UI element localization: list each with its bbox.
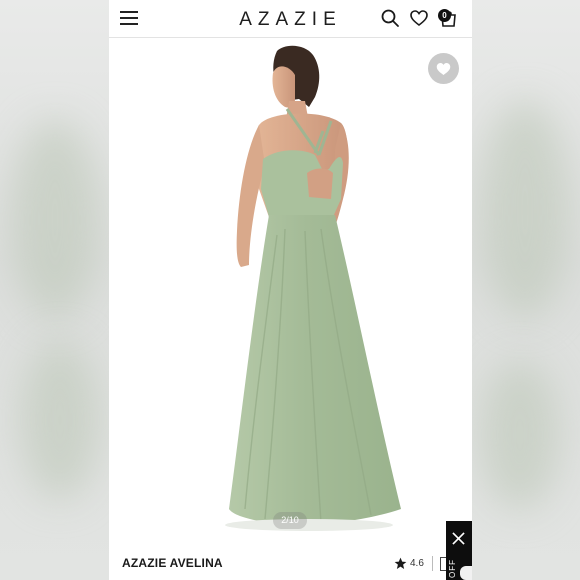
- close-icon[interactable]: [452, 532, 465, 545]
- product-subtitle-cropped: [122, 575, 372, 580]
- rating-divider: [432, 556, 433, 571]
- left-blurred-backdrop: [0, 0, 110, 580]
- top-navigation-bar: AZAZIE 0: [109, 0, 472, 38]
- backdrop-blur: [480, 100, 570, 320]
- rating-value: 4.6: [410, 558, 424, 569]
- model-left-arm: [236, 125, 265, 267]
- right-blurred-backdrop: [470, 0, 580, 580]
- product-title: AZAZIE AVELINA: [122, 556, 223, 570]
- heart-icon: [436, 63, 451, 75]
- backdrop-blur: [20, 340, 100, 500]
- dress-model-illustration: [225, 45, 401, 531]
- cart-count-badge: 0: [438, 9, 451, 22]
- heart-icon[interactable]: [409, 8, 429, 28]
- gallery-pager: 2/10: [273, 512, 307, 529]
- promo-label: OFF: [448, 559, 457, 578]
- favorite-button[interactable]: [428, 53, 459, 84]
- promo-popup[interactable]: OFF: [446, 521, 472, 580]
- product-photo[interactable]: [109, 39, 472, 544]
- star-icon: [394, 557, 407, 569]
- mobile-screen: AZAZIE 0 2/10 AZAZIE AVELINA 4.6 OFF: [109, 0, 472, 580]
- dress-back-cutout: [307, 168, 333, 199]
- chat-bubble-icon[interactable]: [460, 566, 472, 580]
- backdrop-blur: [10, 120, 100, 320]
- search-icon[interactable]: [380, 8, 400, 28]
- floor-shadow: [225, 519, 393, 531]
- dress-skirt: [229, 215, 401, 525]
- backdrop-blur: [480, 360, 560, 510]
